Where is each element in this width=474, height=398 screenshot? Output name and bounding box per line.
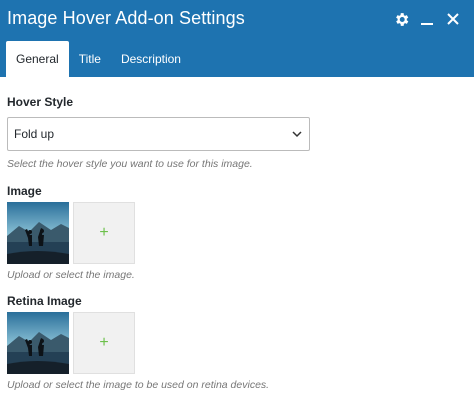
plus-icon: + — [99, 334, 109, 351]
retina-image-label: Retina Image — [7, 294, 82, 308]
hover-style-help: Select the hover style you want to use f… — [7, 158, 253, 170]
image-preview — [7, 202, 69, 264]
minimize-icon[interactable] — [418, 10, 436, 28]
header-actions — [392, 10, 462, 28]
hover-style-value: Fold up — [14, 127, 55, 141]
image-thumbnail[interactable] — [7, 202, 69, 264]
hover-style-select[interactable]: Fold up — [7, 117, 310, 151]
image-help: Upload or select the image. — [7, 269, 135, 281]
tab-bar: General Title Description — [6, 41, 191, 77]
chevron-down-icon — [292, 131, 302, 138]
retina-image-preview — [7, 312, 69, 374]
close-icon[interactable] — [444, 10, 462, 28]
tab-title[interactable]: Title — [69, 41, 111, 77]
gear-icon[interactable] — [392, 10, 410, 28]
dialog-title: Image Hover Add-on Settings — [7, 8, 245, 28]
retina-image-add-button[interactable]: + — [73, 312, 135, 374]
hover-style-label: Hover Style — [7, 95, 74, 109]
tab-description[interactable]: Description — [111, 41, 191, 77]
dialog-header: Image Hover Add-on Settings General Titl… — [0, 0, 474, 77]
image-add-button[interactable]: + — [73, 202, 135, 264]
retina-image-thumbnail[interactable] — [7, 312, 69, 374]
retina-image-help: Upload or select the image to be used on… — [7, 379, 270, 391]
plus-icon: + — [99, 224, 109, 241]
tab-general[interactable]: General — [6, 41, 69, 77]
image-label: Image — [7, 184, 42, 198]
